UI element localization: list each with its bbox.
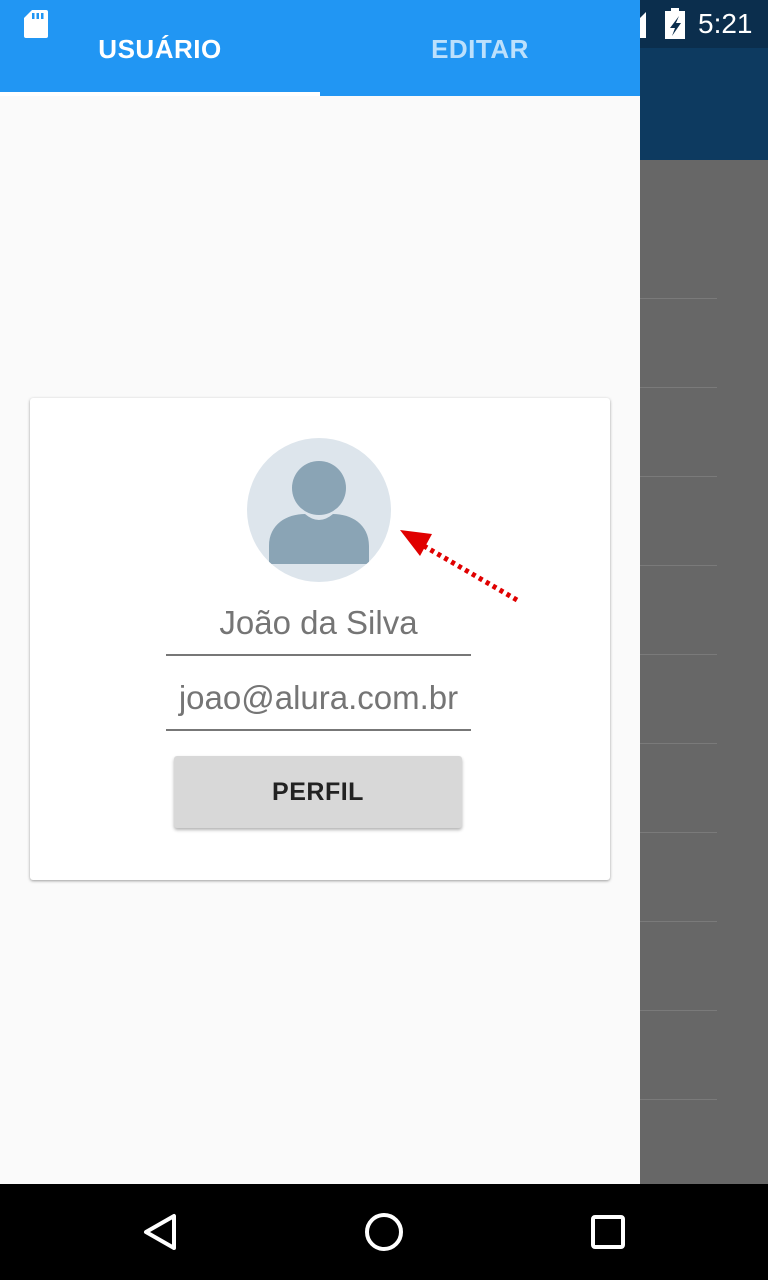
perfil-button[interactable]: PERFIL: [174, 756, 462, 828]
home-icon[interactable]: [362, 1208, 406, 1256]
annotation-arrow-icon: [400, 530, 519, 603]
battery-icon: [665, 8, 685, 39]
list-divider: [640, 1010, 717, 1011]
list-divider: [640, 832, 717, 833]
list-divider: [640, 387, 717, 388]
list-divider: [640, 743, 717, 744]
email-field[interactable]: joao@alura.com.br: [166, 673, 471, 731]
list-divider: [640, 921, 717, 922]
system-navigation-bar: [0, 1184, 768, 1280]
list-divider: [640, 654, 717, 655]
tab-usuario[interactable]: USUÁRIO: [0, 0, 320, 96]
recents-icon[interactable]: [588, 1208, 628, 1256]
tab-editar[interactable]: EDITAR: [320, 0, 640, 96]
tab-indicator: [0, 92, 320, 96]
list-divider: [640, 298, 717, 299]
back-icon[interactable]: [140, 1208, 180, 1256]
profile-card: João da Silva joao@alura.com.br PERFIL: [30, 398, 610, 880]
status-clock: 5:21: [698, 8, 753, 39]
navigation-drawer: USUÁRIO EDITAR João da Silva joao@alura.…: [0, 0, 640, 1184]
name-field[interactable]: João da Silva: [166, 598, 471, 656]
list-divider: [640, 1099, 717, 1100]
list-divider: [640, 476, 717, 477]
list-divider: [640, 565, 717, 566]
avatar[interactable]: [247, 438, 391, 582]
user-avatar-icon: [269, 461, 369, 564]
tab-bar: USUÁRIO EDITAR: [0, 0, 640, 96]
